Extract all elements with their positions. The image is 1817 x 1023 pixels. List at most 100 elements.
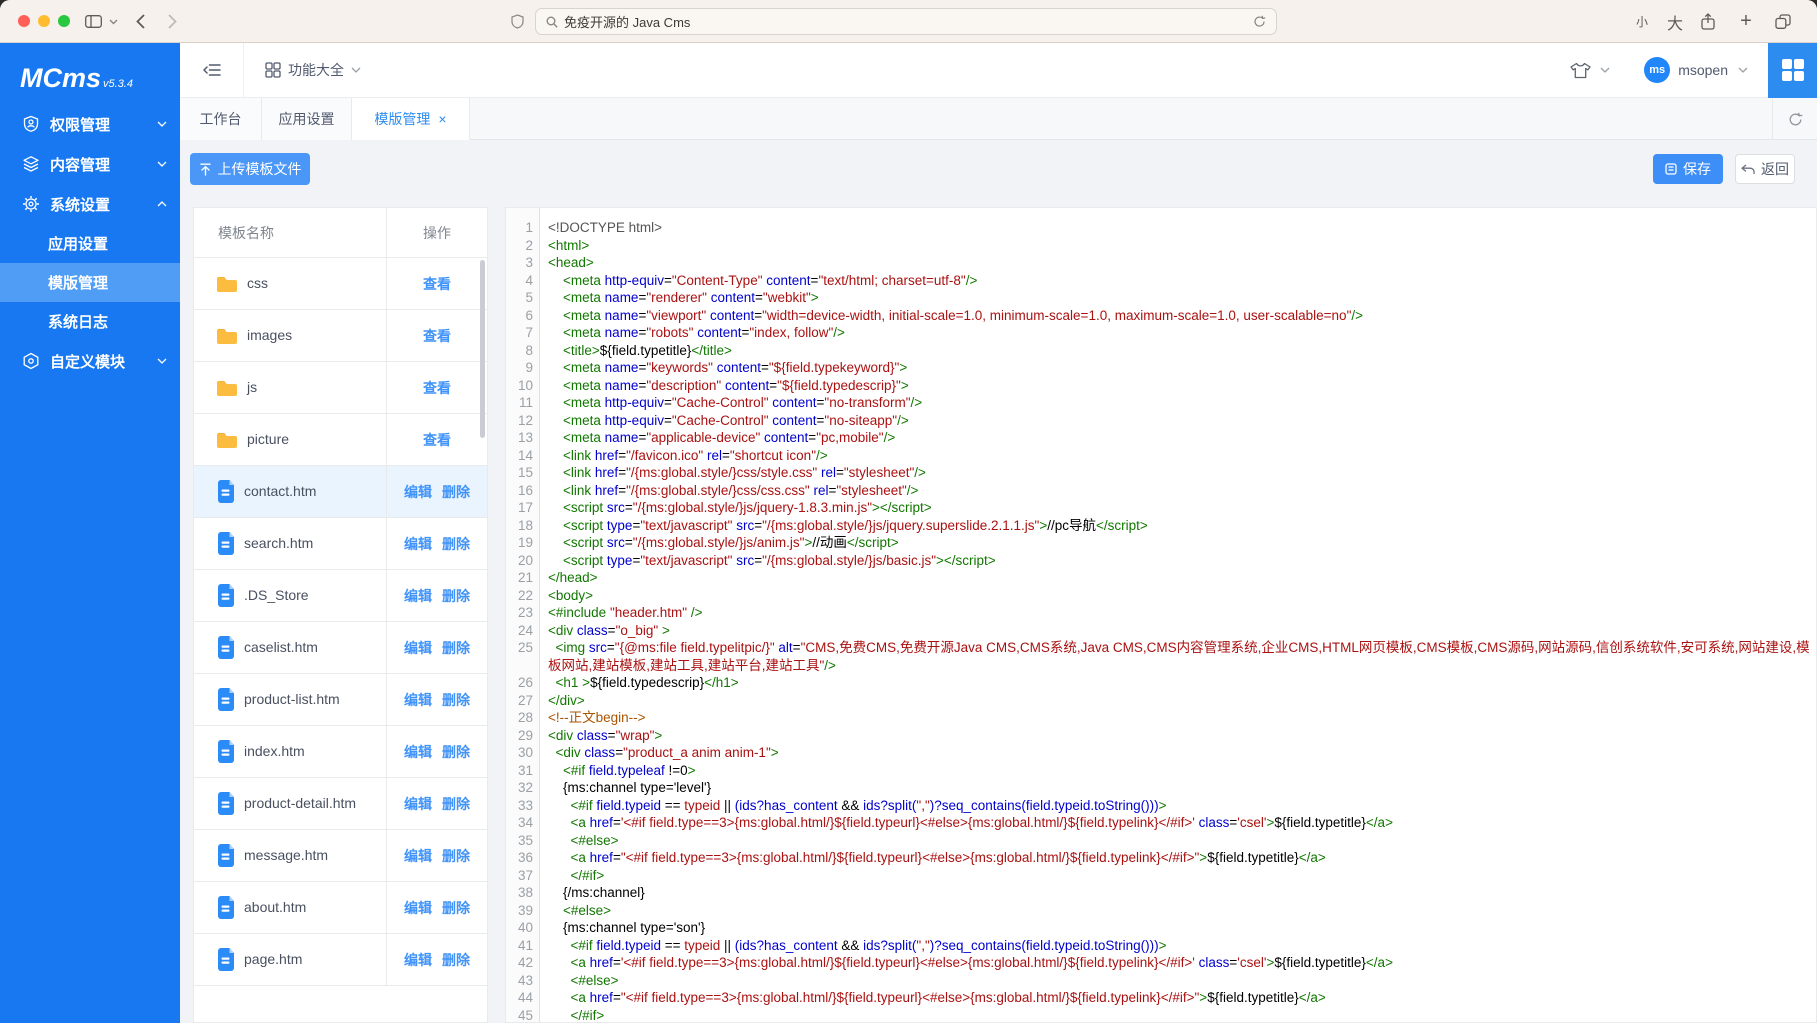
action-edit[interactable]: 编辑 bbox=[404, 742, 432, 762]
table-row[interactable]: css 查看 bbox=[194, 258, 487, 310]
back-button[interactable] bbox=[130, 0, 150, 43]
code-line[interactable]: 7 <meta name="robots" content="index, fo… bbox=[506, 324, 1816, 342]
table-row[interactable]: images 查看 bbox=[194, 310, 487, 362]
code-line[interactable]: 35 <#else> bbox=[506, 832, 1816, 850]
code-line[interactable]: 17 <script src="/{ms:global.style/}js/jq… bbox=[506, 499, 1816, 517]
code-line[interactable]: 2<html> bbox=[506, 237, 1816, 255]
collapse-sidebar-button[interactable] bbox=[180, 63, 243, 77]
code-line[interactable]: 38 {/ms:channel} bbox=[506, 884, 1816, 902]
close-tab-icon[interactable]: × bbox=[438, 112, 446, 126]
action-view[interactable]: 查看 bbox=[423, 274, 451, 294]
code-line[interactable]: 26 <h1 >${field.typedescrip}</h1> bbox=[506, 674, 1816, 692]
code-line[interactable]: 27</div> bbox=[506, 692, 1816, 710]
forward-button[interactable] bbox=[162, 0, 182, 43]
sidebar-item-system-logs[interactable]: 系统日志 bbox=[0, 302, 180, 341]
tab-workbench[interactable]: 工作台 bbox=[180, 98, 262, 140]
font-smaller-button[interactable]: 小 bbox=[1632, 0, 1652, 43]
code-line[interactable]: 39 <#else> bbox=[506, 902, 1816, 920]
table-row[interactable]: about.htm 编辑删除 bbox=[194, 882, 487, 934]
action-delete[interactable]: 删除 bbox=[442, 638, 470, 658]
code-line[interactable]: 5 <meta name="renderer" content="webkit"… bbox=[506, 289, 1816, 307]
sidebar-dropdown-chevron-icon[interactable] bbox=[106, 0, 120, 43]
tab-app-settings[interactable]: 应用设置 bbox=[262, 98, 352, 140]
share-icon[interactable] bbox=[1698, 0, 1718, 43]
sidebar-toggle-icon[interactable] bbox=[82, 0, 104, 43]
code-line[interactable]: 9 <meta name="keywords" content="${field… bbox=[506, 359, 1816, 377]
code-line[interactable]: 11 <meta http-equiv="Cache-Control" cont… bbox=[506, 394, 1816, 412]
code-line[interactable]: 16 <link href="/{ms:global.style/}css/cs… bbox=[506, 482, 1816, 500]
table-row[interactable]: contact.htm 编辑删除 bbox=[194, 466, 487, 518]
back-to-list-button[interactable]: 返回 bbox=[1735, 154, 1795, 184]
action-delete[interactable]: 删除 bbox=[442, 950, 470, 970]
code-line[interactable]: 15 <link href="/{ms:global.style/}css/st… bbox=[506, 464, 1816, 482]
code-line[interactable]: 10 <meta name="description" content="${f… bbox=[506, 377, 1816, 395]
code-line[interactable]: 22<body> bbox=[506, 587, 1816, 605]
privacy-shield-icon[interactable] bbox=[508, 0, 526, 43]
zoom-window-button[interactable] bbox=[58, 15, 70, 27]
table-row[interactable]: message.htm 编辑删除 bbox=[194, 830, 487, 882]
chevron-down-icon[interactable] bbox=[1600, 67, 1610, 73]
code-line[interactable]: 14 <link href="/favicon.ico" rel="shortc… bbox=[506, 447, 1816, 465]
code-line[interactable]: 37 </#if> bbox=[506, 867, 1816, 885]
sidebar-item-template-management[interactable]: 模版管理 bbox=[0, 263, 180, 302]
feature-menu[interactable]: 功能大全 bbox=[265, 60, 361, 80]
table-row[interactable]: .DS_Store 编辑删除 bbox=[194, 570, 487, 622]
code-line[interactable]: 30 <div class="product_a anim anim-1"> bbox=[506, 744, 1816, 762]
table-row[interactable]: caselist.htm 编辑删除 bbox=[194, 622, 487, 674]
code-line[interactable]: 32 {ms:channel type='level'} bbox=[506, 779, 1816, 797]
new-tab-button[interactable]: + bbox=[1736, 0, 1756, 43]
file-list-scrollbar[interactable] bbox=[480, 260, 485, 438]
table-row[interactable]: js 查看 bbox=[194, 362, 487, 414]
action-delete[interactable]: 删除 bbox=[442, 742, 470, 762]
code-line[interactable]: 42 <a href='<#if field.type==3>{ms:globa… bbox=[506, 954, 1816, 972]
action-edit[interactable]: 编辑 bbox=[404, 846, 432, 866]
code-line[interactable]: 28<!--正文begin--> bbox=[506, 709, 1816, 727]
code-line[interactable]: 19 <script src="/{ms:global.style/}js/an… bbox=[506, 534, 1816, 552]
action-delete[interactable]: 删除 bbox=[442, 794, 470, 814]
code-line[interactable]: 8 <title>${field.typetitle}</title> bbox=[506, 342, 1816, 360]
code-line[interactable]: 21</head> bbox=[506, 569, 1816, 587]
table-row[interactable]: product-detail.htm 编辑删除 bbox=[194, 778, 487, 830]
action-view[interactable]: 查看 bbox=[423, 378, 451, 398]
font-larger-button[interactable]: 大 bbox=[1664, 0, 1686, 43]
code-line[interactable]: 45 </#if> bbox=[506, 1007, 1816, 1023]
code-line[interactable]: 12 <meta http-equiv="Cache-Control" cont… bbox=[506, 412, 1816, 430]
reload-icon[interactable] bbox=[1253, 15, 1266, 28]
table-row[interactable]: picture 查看 bbox=[194, 414, 487, 466]
apps-grid-button[interactable] bbox=[1768, 43, 1817, 98]
code-line[interactable]: 6 <meta name="viewport" content="width=d… bbox=[506, 307, 1816, 325]
code-line[interactable]: 3<head> bbox=[506, 254, 1816, 272]
code-line[interactable]: 31 <#if field.typeleaf !=0> bbox=[506, 762, 1816, 780]
address-bar[interactable]: 免疫开源的 Java Cms bbox=[535, 8, 1277, 35]
code-line[interactable]: 24<div class="o_big" > bbox=[506, 622, 1816, 640]
action-edit[interactable]: 编辑 bbox=[404, 482, 432, 502]
tab-template-management[interactable]: 模版管理 × bbox=[352, 98, 470, 140]
code-line[interactable]: 29<div class="wrap"> bbox=[506, 727, 1816, 745]
action-edit[interactable]: 编辑 bbox=[404, 534, 432, 554]
refresh-tab-button[interactable] bbox=[1772, 98, 1817, 140]
close-window-button[interactable] bbox=[18, 15, 30, 27]
code-line[interactable]: 34 <a href='<#if field.type==3>{ms:globa… bbox=[506, 814, 1816, 832]
action-view[interactable]: 查看 bbox=[423, 430, 451, 450]
code-line[interactable]: 4 <meta http-equiv="Content-Type" conten… bbox=[506, 272, 1816, 290]
code-line[interactable]: 1<!DOCTYPE html> bbox=[506, 219, 1816, 237]
chevron-down-icon[interactable] bbox=[1738, 67, 1748, 73]
code-line[interactable]: 41 <#if field.typeid == typeid || (ids?h… bbox=[506, 937, 1816, 955]
code-line[interactable]: 43 <#else> bbox=[506, 972, 1816, 990]
code-line[interactable]: 25 <img src="{@ms:file field.typelitpic/… bbox=[506, 639, 1816, 674]
code-line[interactable]: 23<#include "header.htm" /> bbox=[506, 604, 1816, 622]
action-delete[interactable]: 删除 bbox=[442, 690, 470, 710]
table-row[interactable]: search.htm 编辑删除 bbox=[194, 518, 487, 570]
table-row[interactable]: product-list.htm 编辑删除 bbox=[194, 674, 487, 726]
action-delete[interactable]: 删除 bbox=[442, 898, 470, 918]
code-line[interactable]: 13 <meta name="applicable-device" conten… bbox=[506, 429, 1816, 447]
theme-tshirt-icon[interactable] bbox=[1570, 62, 1591, 79]
sidebar-item-content[interactable]: 内容管理 bbox=[0, 144, 180, 184]
avatar[interactable]: ms bbox=[1644, 57, 1670, 83]
code-line[interactable]: 36 <a href="<#if field.type==3>{ms:globa… bbox=[506, 849, 1816, 867]
code-line[interactable]: 44 <a href="<#if field.type==3>{ms:globa… bbox=[506, 989, 1816, 1007]
table-row[interactable]: page.htm 编辑删除 bbox=[194, 934, 487, 986]
action-edit[interactable]: 编辑 bbox=[404, 898, 432, 918]
action-edit[interactable]: 编辑 bbox=[404, 690, 432, 710]
sidebar-item-custom-modules[interactable]: 自定义模块 bbox=[0, 341, 180, 381]
